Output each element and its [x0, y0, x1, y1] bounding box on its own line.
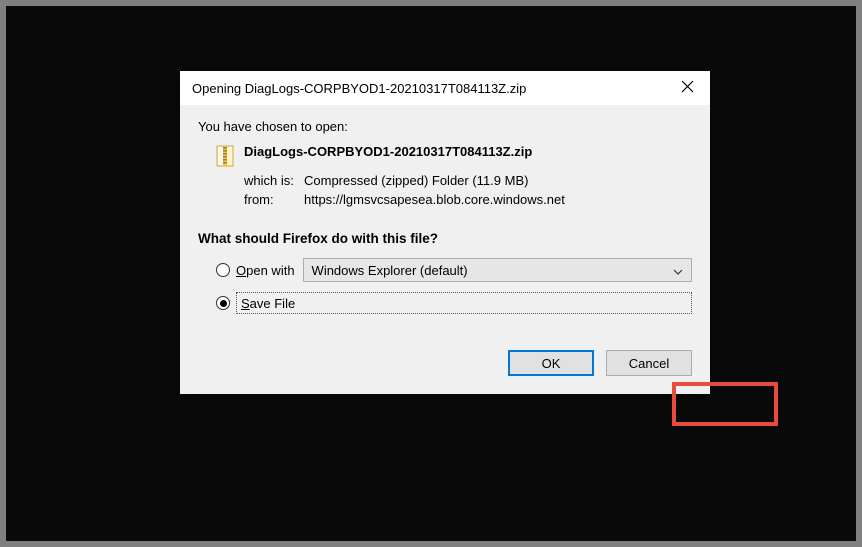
chevron-down-icon	[673, 263, 683, 278]
close-button[interactable]	[664, 71, 710, 105]
cancel-button[interactable]: Cancel	[606, 350, 692, 376]
save-file-radio[interactable]	[216, 296, 230, 310]
file-type-value: Compressed (zipped) Folder (11.9 MB)	[304, 173, 528, 188]
ok-button[interactable]: OK	[508, 350, 594, 376]
action-question: What should Firefox do with this file?	[198, 231, 692, 246]
open-with-combo[interactable]: Windows Explorer (default)	[303, 258, 692, 282]
save-file-label-box[interactable]: Save File	[236, 292, 692, 314]
titlebar: Opening DiagLogs-CORPBYOD1-20210317T0841…	[180, 71, 710, 105]
open-with-combo-value: Windows Explorer (default)	[312, 263, 468, 278]
file-type-row: which is: Compressed (zipped) Folder (11…	[244, 173, 692, 188]
open-with-row: Open with Windows Explorer (default)	[216, 258, 692, 282]
file-from-value: https://lgmsvcsapesea.blob.core.windows.…	[304, 192, 565, 207]
which-is-label: which is:	[244, 173, 304, 188]
close-icon	[681, 80, 694, 96]
open-with-radio[interactable]	[216, 263, 230, 277]
file-row: DiagLogs-CORPBYOD1-20210317T084113Z.zip	[216, 144, 692, 167]
filename-text: DiagLogs-CORPBYOD1-20210317T084113Z.zip	[244, 144, 532, 159]
zip-file-icon	[216, 145, 234, 167]
titlebar-text: Opening DiagLogs-CORPBYOD1-20210317T0841…	[192, 81, 664, 96]
intro-text: You have chosen to open:	[198, 119, 692, 134]
button-row: OK Cancel	[198, 350, 692, 376]
open-with-label[interactable]: Open with	[236, 263, 295, 278]
file-from-row: from: https://lgmsvcsapesea.blob.core.wi…	[244, 192, 692, 207]
dialog-body: You have chosen to open: DiagLogs-CORPBY…	[180, 105, 710, 394]
from-label: from:	[244, 192, 304, 207]
download-dialog: Opening DiagLogs-CORPBYOD1-20210317T0841…	[180, 71, 710, 394]
save-file-row: Save File	[216, 292, 692, 314]
